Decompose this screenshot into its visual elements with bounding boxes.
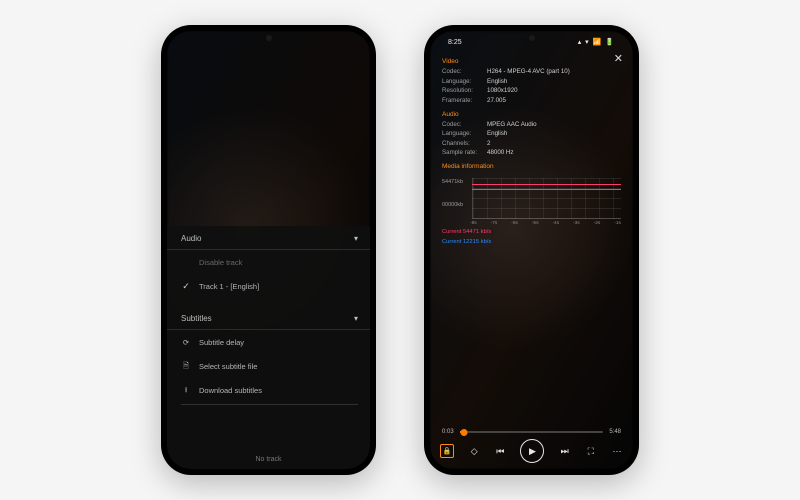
video-language-row: Language:English (442, 77, 621, 87)
disable-track-row[interactable]: Disable track (167, 250, 370, 274)
lock-icon[interactable]: 🔒 (440, 444, 454, 458)
screen: 8:25 ▴ ▾ 📶 🔋 ✕ Video Codec:H264 - MPEG-4… (430, 31, 633, 469)
seek-thumb[interactable] (460, 429, 467, 436)
tracks-panel: Audio Disable track Track 1 - [English] … (167, 226, 370, 469)
audio-channels-row: Channels:2 (442, 139, 621, 149)
audio-track-1-label: Track 1 - [English] (199, 282, 259, 291)
subtitle-delay-label: Subtitle delay (199, 338, 244, 347)
audio-codec-row: Codec:MPEG AAC Audio (442, 120, 621, 130)
rotate-icon[interactable]: ◇ (468, 445, 480, 457)
audio-header-label: Audio (181, 234, 201, 243)
download-subtitles-row[interactable]: ⭳ Download subtitles (167, 378, 370, 402)
x-axis-ticks: -8s-7s-6s-5s-4s-3s-2s-1s (470, 220, 621, 227)
more-icon[interactable]: ⋯ (611, 445, 623, 457)
y-max: 54471kb (442, 178, 463, 187)
audio-heading: Audio (442, 110, 621, 120)
status-icons: ▴ ▾ 📶 🔋 (578, 38, 615, 46)
download-icon: ⭳ (181, 385, 191, 395)
select-subtitle-file-label: Select subtitle file (199, 362, 257, 371)
video-codec-row: Codec:H264 - MPEG-4 AVC (part 10) (442, 67, 621, 77)
divider (181, 404, 358, 405)
clock-icon: ⟳ (181, 337, 191, 347)
y-axis-labels: 54471kb 00000kb (442, 178, 463, 223)
close-icon[interactable]: ✕ (614, 51, 623, 68)
video-resolution-row: Resolution:1080x1920 (442, 86, 621, 96)
subtitles-header-label: Subtitles (181, 314, 212, 323)
subtitles-section-header[interactable]: Subtitles (167, 306, 370, 330)
subtitle-delay-row[interactable]: ⟳ Subtitle delay (167, 330, 370, 354)
status-time: 8:25 (448, 39, 462, 46)
audio-samplerate-row: Sample rate:48000 Hz (442, 148, 621, 158)
seek-bar-row: 0:03 5:48 (442, 429, 621, 435)
play-button[interactable]: ▶ (520, 439, 544, 463)
chevron-down-icon (354, 314, 358, 323)
select-subtitle-file-row[interactable]: 🗎 Select subtitle file (167, 354, 370, 378)
disable-track-label: Disable track (199, 258, 242, 267)
skip-next-icon[interactable]: ⏭ (559, 445, 571, 457)
audio-language-row: Language:English (442, 129, 621, 139)
audio-track-1-row[interactable]: Track 1 - [English] (167, 274, 370, 298)
no-track-label: No track (167, 456, 370, 463)
status-bar: 8:25 ▴ ▾ 📶 🔋 (430, 35, 633, 49)
chart-grid (472, 178, 621, 219)
phone-right: 8:25 ▴ ▾ 📶 🔋 ✕ Video Codec:H264 - MPEG-4… (424, 25, 639, 475)
phone-left: Audio Disable track Track 1 - [English] … (161, 25, 376, 475)
screen: Audio Disable track Track 1 - [English] … (167, 31, 370, 469)
time-current: 0:03 (442, 429, 454, 435)
video-framerate-row: Framerate:27.005 (442, 96, 621, 106)
bitrate-chart: 54471kb 00000kb -8s-7s-6s-5s-4s-3s-2s-1s… (442, 178, 621, 234)
media-info-panel: ✕ Video Codec:H264 - MPEG-4 AVC (part 10… (442, 53, 621, 234)
video-heading: Video (442, 57, 621, 67)
current-video-bitrate: Current 54471 kb/s (442, 228, 491, 237)
check-icon (181, 281, 191, 291)
chart-heading: Media information (442, 162, 621, 172)
audio-section-header[interactable]: Audio (167, 226, 370, 250)
seek-bar[interactable] (460, 431, 604, 433)
skip-previous-icon[interactable]: ⏮ (494, 445, 506, 457)
spacer-icon (181, 257, 191, 267)
time-duration: 5:48 (609, 429, 621, 435)
current-audio-bitrate: Current 12215 kb/s (442, 238, 491, 247)
current-bitrate-values: Current 54471 kb/s Current 12215 kb/s (442, 228, 491, 247)
download-subtitles-label: Download subtitles (199, 386, 262, 395)
playback-controls: 🔒 ◇ ⏮ ▶ ⏭ ⛶ ⋯ (440, 439, 623, 463)
file-icon: 🗎 (181, 361, 191, 371)
chevron-down-icon (354, 234, 358, 243)
aspect-ratio-icon[interactable]: ⛶ (585, 445, 597, 457)
y-min: 00000kb (442, 201, 463, 210)
